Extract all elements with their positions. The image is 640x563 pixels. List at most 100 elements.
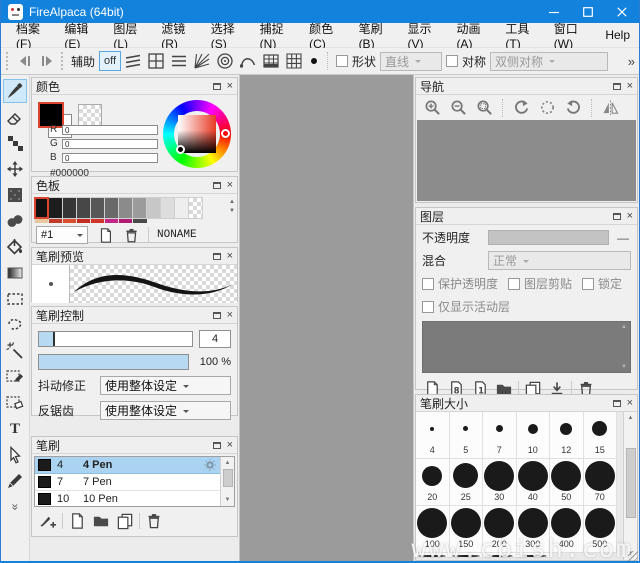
brush-size-scrollbar[interactable]: ▲ ▼ <box>623 412 637 560</box>
symmetry-select[interactable]: 双侧对称 <box>490 52 608 71</box>
palette-swatch-partial[interactable] <box>34 219 49 223</box>
palette-swatch-partial[interactable] <box>118 219 133 223</box>
next-button[interactable] <box>36 51 58 72</box>
brush-folder-button[interactable] <box>91 511 111 531</box>
select-pen-tool[interactable] <box>3 365 27 389</box>
palette-select[interactable]: #1 <box>36 226 88 244</box>
brush-size-cell-partial[interactable] <box>449 552 484 558</box>
assist-horizontal-lines-button[interactable] <box>167 51 190 72</box>
float-panel-icon[interactable] <box>213 182 221 189</box>
correction-select[interactable]: 使用整体设定 <box>100 376 231 395</box>
brush-size-cell[interactable]: 5 <box>449 412 484 459</box>
flip-horizontal-button[interactable] <box>598 97 622 118</box>
assist-off-button[interactable]: off <box>99 51 121 71</box>
layer-checkbox-2[interactable]: 锁定 <box>582 275 622 292</box>
new-palette-color-button[interactable] <box>96 226 114 244</box>
eraser-tool[interactable] <box>3 105 27 129</box>
toolbar-drag-handle[interactable] <box>6 52 11 70</box>
scroll-down-icon[interactable]: ▼ <box>621 364 627 370</box>
brush-size-cell[interactable]: 30 <box>482 458 517 506</box>
zoom-out-button[interactable] <box>446 97 470 118</box>
navigator-preview[interactable] <box>417 120 636 201</box>
channel-r-slider[interactable]: 0 <box>62 125 158 135</box>
scroll-up-icon[interactable]: ▲ <box>225 457 231 469</box>
palette-swatch[interactable] <box>62 197 77 219</box>
brush-size-cell[interactable]: 15 <box>583 412 618 459</box>
brush-size-cell[interactable]: 300 <box>516 505 551 553</box>
brush-size-cell-partial[interactable] <box>516 552 551 558</box>
delete-palette-color-button[interactable] <box>122 226 140 244</box>
close-icon[interactable]: × <box>227 310 233 321</box>
more-tool[interactable]: » <box>3 495 27 519</box>
blend-mode-select[interactable]: 正常 <box>488 251 631 270</box>
brush-list-scrollbar[interactable]: ▲ ▼ <box>220 457 234 506</box>
pointer-tool[interactable] <box>3 443 27 467</box>
palette-swatch-partial[interactable] <box>62 219 77 223</box>
gear-icon[interactable] <box>203 458 217 472</box>
layer-checkbox-3[interactable]: 仅显示活动层 <box>422 298 510 315</box>
palette-swatch[interactable] <box>160 197 175 219</box>
close-icon[interactable]: × <box>227 180 233 191</box>
float-panel-icon[interactable] <box>613 83 621 90</box>
brush-size-cell-partial[interactable] <box>482 552 517 558</box>
sv-marker[interactable] <box>176 145 185 154</box>
brush-size-value[interactable]: 4 <box>199 330 231 348</box>
canvas-area[interactable] <box>239 75 414 561</box>
brush-size-cell[interactable]: 70 <box>583 458 618 506</box>
snap-dot-icon[interactable] <box>311 58 317 64</box>
brush-size-cell[interactable]: 100 <box>416 505 450 553</box>
close-button[interactable] <box>605 0 639 23</box>
zoom-reset-button[interactable] <box>472 97 496 118</box>
scroll-down-icon[interactable]: ▼ <box>225 494 231 506</box>
rotate-left-button[interactable] <box>509 97 533 118</box>
palette-swatch-partial[interactable] <box>76 219 91 223</box>
scroll-thumb[interactable] <box>223 469 233 487</box>
scroll-up-icon[interactable]: ▲ <box>628 412 634 424</box>
brush-size-cell[interactable]: 400 <box>549 505 584 553</box>
shape-select[interactable]: 直线 <box>380 52 442 71</box>
palette-swatch-partial[interactable] <box>104 219 119 223</box>
brush-size-cell[interactable]: 200 <box>482 505 517 553</box>
pen-tool[interactable] <box>3 469 27 493</box>
brush-list-item[interactable]: 44 Pen <box>35 457 220 474</box>
brush-size-cell[interactable]: 40 <box>516 458 551 506</box>
float-panel-icon[interactable] <box>213 442 221 449</box>
palette-swatch[interactable] <box>132 197 147 219</box>
float-panel-icon[interactable] <box>213 83 221 90</box>
dot-tool[interactable] <box>3 131 27 155</box>
palette-swatch-partial[interactable] <box>48 219 63 223</box>
prev-button[interactable] <box>14 51 36 72</box>
palette-swatch[interactable] <box>146 197 161 219</box>
brush-size-cell[interactable]: 500 <box>583 505 618 553</box>
hue-marker[interactable] <box>221 129 230 138</box>
resize-grip[interactable] <box>628 551 638 561</box>
symmetry-checkbox[interactable] <box>446 55 458 67</box>
brush-size-slider[interactable] <box>38 331 193 347</box>
layer-list[interactable]: ▲ ▼ <box>422 321 631 373</box>
channel-g-slider[interactable]: 0 <box>62 139 158 149</box>
assist-fine-grid-button[interactable] <box>282 51 305 72</box>
layer-opacity-slider[interactable] <box>488 230 609 245</box>
shape-checkbox[interactable] <box>336 55 348 67</box>
rotate-reset-button[interactable] <box>535 97 559 118</box>
brush-size-cell[interactable]: 7 <box>482 412 517 459</box>
palette-swatch[interactable] <box>76 197 91 219</box>
assist-vanishing-point-button[interactable] <box>190 51 213 72</box>
brush-size-cell[interactable]: 20 <box>416 458 450 506</box>
palette-swatch[interactable] <box>174 197 189 219</box>
assist-cross-grid-button[interactable] <box>144 51 167 72</box>
gradient-tool[interactable] <box>3 261 27 285</box>
brush-size-cell[interactable]: 150 <box>449 505 484 553</box>
brush-size-cell[interactable]: 10 <box>516 412 551 459</box>
scroll-up-icon[interactable]: ▲ <box>621 324 627 330</box>
palette-swatch[interactable] <box>104 197 119 219</box>
palette-swatch[interactable] <box>34 197 49 219</box>
assist-table-grid-button[interactable] <box>259 51 282 72</box>
palette-swatch[interactable] <box>118 197 133 219</box>
palette-scroll-up[interactable]: ▲ <box>229 199 235 205</box>
magic-wand-tool[interactable] <box>3 339 27 363</box>
menu-item-12[interactable]: Help <box>596 25 639 45</box>
checkbox-icon[interactable] <box>422 301 434 313</box>
brush-size-cell[interactable]: 50 <box>549 458 584 506</box>
assist-parallel-lines-button[interactable] <box>121 51 144 72</box>
